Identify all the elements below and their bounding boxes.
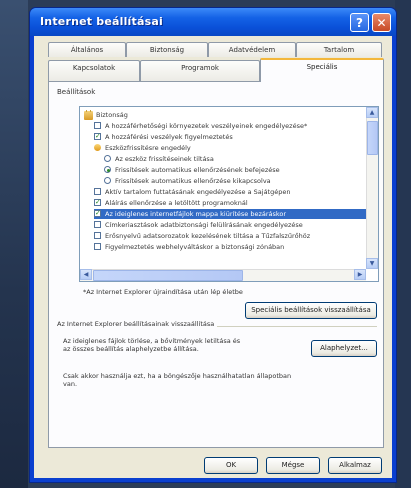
internet-options-dialog: Internet beállításai ? ✕ Általános Bizto… [30,8,396,482]
reset-heading: Az Internet Explorer beállításainak viss… [57,320,218,328]
list-item-label: Az eszköz frissítéseinek tiltása [115,155,214,163]
checkbox[interactable] [94,188,101,195]
list-item-label: Erősnyelvű adatsorozatok kezelésének til… [105,232,311,240]
checkbox[interactable] [94,209,101,218]
radio-button[interactable] [104,155,111,162]
horizontal-scrollbar[interactable]: ◀ ▶ [80,269,366,281]
tab-programs[interactable]: Programok [140,60,260,81]
tab-content[interactable]: Tartalom [296,42,382,57]
list-item-label: A hozzáférhetőségi környezetek veszélyei… [105,122,308,130]
list-item-label: Az ideiglenes internetfájlok mappa kiürí… [105,210,287,218]
list-item-label: Biztonság [96,111,128,119]
list-item[interactable]: Frissítések automatikus ellenőrzésének b… [104,165,364,175]
scroll-down-button[interactable]: ▼ [366,258,378,269]
list-item[interactable]: A hozzáférési veszélyek figyelmeztetés [94,132,364,142]
list-item-label: Aláírás ellenőrzése a letöltött programo… [105,199,248,207]
radio-button[interactable] [104,177,111,184]
scroll-right-button[interactable]: ▶ [354,269,366,280]
restore-advanced-button[interactable]: Speciális beállítások visszaállítása [245,302,377,319]
close-button[interactable]: ✕ [372,13,391,32]
tab-security[interactable]: Biztonság [126,42,208,57]
ok-button[interactable]: OK [204,457,258,474]
checkbox[interactable] [94,122,101,129]
list-item[interactable]: Címkeriasztások adatbiztonsági felülírás… [94,220,364,230]
apply-button[interactable]: Alkalmaz [328,457,382,474]
list-item-label: Figyelmeztetés webhelyváltáskor a bizton… [105,243,285,251]
tab-advanced[interactable]: Speciális [260,58,384,82]
desktop-background-right [395,0,411,488]
list-item[interactable]: Biztonság [84,110,364,120]
list-item-label: Frissítések automatikus ellenőrzése kika… [115,177,271,185]
help-button[interactable]: ? [350,13,369,32]
list-item-label: Frissítések automatikus ellenőrzésének b… [115,166,280,174]
list-item[interactable]: Aláírás ellenőrzése a letöltött programo… [94,198,364,208]
list-item[interactable]: Aktív tartalom futtatásának engedélyezés… [94,187,364,197]
settings-list[interactable]: Biztonság A hozzáférhetőségi környezetek… [79,106,379,282]
list-item[interactable]: A hozzáférhetőségi környezetek veszélyei… [94,121,364,131]
checkbox[interactable] [94,221,101,228]
list-item[interactable]: Erősnyelvű adatsorozatok kezelésének til… [94,231,364,241]
list-item-label: Eszközfrissítésre engedély [105,144,191,152]
restart-note: *Az Internet Explorer újraindítása után … [83,288,243,296]
horizontal-scroll-thumb[interactable] [93,270,243,281]
radio-button[interactable] [104,166,111,173]
list-item[interactable]: Figyelmeztetés webhelyváltáskor a bizton… [94,242,364,252]
lock-icon [84,110,93,120]
reset-warning: Csak akkor használja ezt, ha a böngészőj… [63,372,292,388]
reset-description: Az ideiglenes fájlok törlése, a bővítmén… [63,337,241,353]
setting-group-icon [94,144,101,151]
tab-general[interactable]: Általános [48,42,126,57]
tab-connections[interactable]: Kapcsolatok [48,60,140,81]
list-item-label: A hozzáférési veszélyek figyelmeztetés [105,133,233,141]
settings-group-label: Beállítások [57,88,96,96]
window-title: Internet beállításai [40,15,163,28]
title-bar[interactable]: Internet beállításai ? ✕ [30,8,396,36]
list-item[interactable]: Frissítések automatikus ellenőrzése kika… [104,176,364,186]
desktop-background-left [0,0,28,488]
scroll-up-button[interactable]: ▲ [366,107,378,118]
reset-button[interactable]: Alaphelyzet... [311,340,377,357]
checkbox[interactable] [94,132,101,141]
checkbox[interactable] [94,198,101,207]
list-item-label: Címkeriasztások adatbiztonsági felülírás… [105,221,303,229]
list-item[interactable]: Az eszköz frissítéseinek tiltása [104,154,364,164]
advanced-panel: Beállítások Biztonság A hozzáférhetőségi… [48,81,384,448]
vertical-scroll-thumb[interactable] [367,121,378,155]
checkbox[interactable] [94,243,101,250]
list-item[interactable]: Eszközfrissítésre engedély [94,143,364,153]
vertical-scrollbar[interactable]: ▲ ▼ [366,107,378,269]
list-item-selected[interactable]: Az ideiglenes internetfájlok mappa kiürí… [94,209,366,219]
checkbox[interactable] [94,232,101,239]
scroll-left-button[interactable]: ◀ [80,269,92,280]
tab-privacy[interactable]: Adatvédelem [208,42,296,57]
list-item-label: Aktív tartalom futtatásának engedélyezés… [105,188,291,196]
cancel-button[interactable]: Mégse [266,457,320,474]
dialog-client: Általános Biztonság Adatvédelem Tartalom… [34,36,392,478]
